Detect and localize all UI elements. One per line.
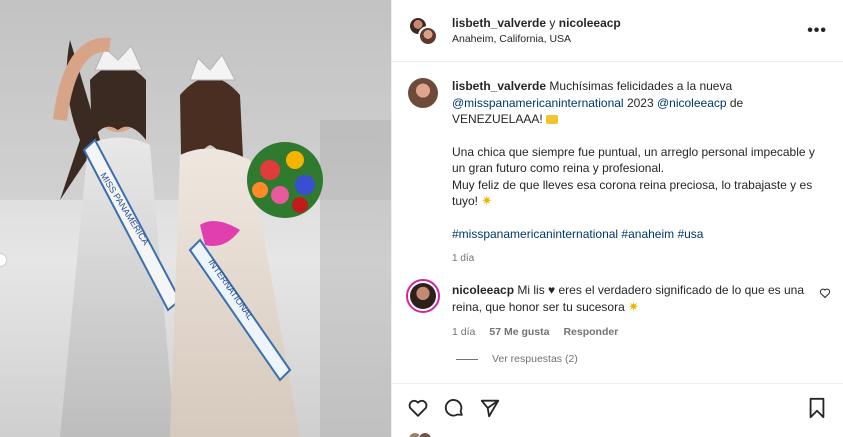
comment-item: nicoleeacp Mi lis ♥ eres el verdadero si… [406,279,831,341]
post-authors: lisbeth_valverde y nicoleeacp [452,16,807,30]
author-joiner: y [546,16,559,30]
comment-meta: 1 día 57 Me gusta Responder [452,324,831,341]
collab-avatars[interactable] [408,15,438,46]
avatar[interactable] [406,279,440,313]
mention-link[interactable]: @misspanamericaninternational [452,96,624,110]
avatar[interactable] [418,25,438,46]
more-icon[interactable]: ••• [807,22,827,40]
caption-body: lisbeth_valverde Muchísimas felicidades … [452,78,829,268]
comment-like-icon[interactable] [819,287,831,302]
avatar[interactable] [408,78,438,108]
comment-text: Mi lis [514,283,549,297]
comment-icon[interactable] [442,396,466,420]
view-replies-button[interactable]: Ver respuestas (2) [456,353,578,365]
sparkle-emoji-icon: ✷ [481,193,493,208]
caption-text: VENEZUELAAA! [452,112,543,126]
mention-link[interactable]: @nicoleeacp [657,96,727,110]
post-actions [392,383,843,431]
comment-likes[interactable]: 57 Me gusta [489,324,549,341]
caption-author[interactable]: lisbeth_valverde [452,79,546,93]
post-side-panel: lisbeth_valverde y nicoleeacp Anaheim, C… [391,0,843,437]
caption-text: de [726,95,744,110]
caption-text: Muchísimas felicidades a la nueva [546,79,733,93]
sparkle-emoji-icon: ✷ [628,298,640,314]
post-header: lisbeth_valverde y nicoleeacp Anaheim, C… [392,0,843,62]
caption-text: Muy feliz de que lleves esa corona reina… [452,177,813,209]
hashtags[interactable]: #misspanamericaninternational #anaheim #… [452,226,829,243]
header-text: lisbeth_valverde y nicoleeacp Anaheim, C… [452,16,807,45]
reply-button[interactable]: Responder [563,324,618,341]
post-dialog: MISS PANAMERICA INTERNATIONAL lisbeth_va… [0,0,843,437]
view-replies-label: Ver respuestas (2) [492,353,578,365]
post-image: MISS PANAMERICA INTERNATIONAL [0,0,391,437]
post-photo[interactable]: MISS PANAMERICA INTERNATIONAL [0,0,391,437]
comment-author[interactable]: nicoleeacp [452,283,514,297]
heart-icon[interactable] [406,396,430,420]
bookmark-icon[interactable] [805,396,829,420]
comment-body: nicoleeacp Mi lis ♥ eres el verdadero si… [452,279,831,341]
liked-by-avatars[interactable] [408,432,436,437]
post-location[interactable]: Anaheim, California, USA [452,33,807,45]
post-caption: lisbeth_valverde Muchísimas felicidades … [408,78,829,268]
caption-time[interactable]: 1 día [452,251,829,268]
divider [456,358,478,360]
crown-emoji-icon [546,115,559,125]
author-link[interactable]: nicoleeacp [559,16,621,30]
caption-text: 2023 [623,95,657,110]
share-icon[interactable] [478,396,502,420]
caption-text: Una chica que siempre fue puntual, un ar… [452,144,815,176]
comment-time[interactable]: 1 día [452,324,475,341]
author-link[interactable]: lisbeth_valverde [452,16,546,30]
